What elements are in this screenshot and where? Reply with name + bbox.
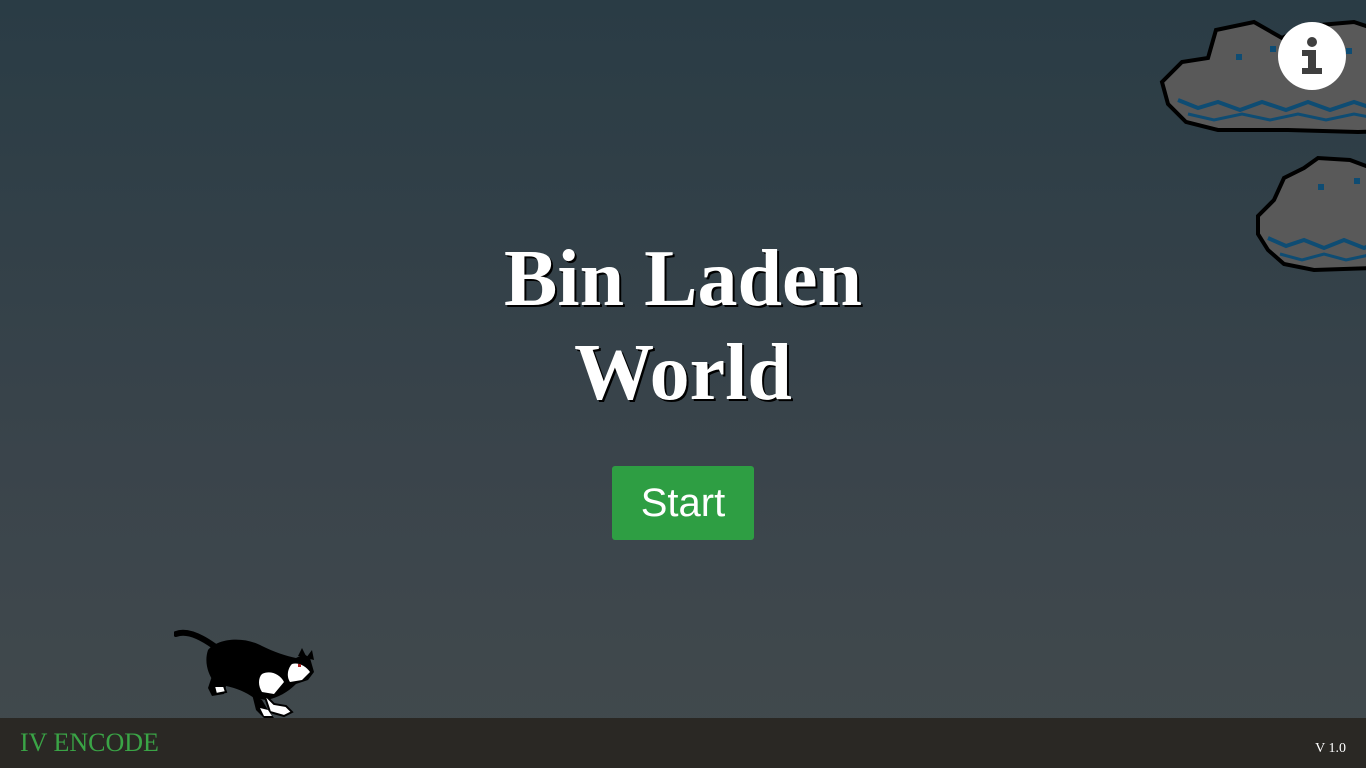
game-scene: Bin Laden World Start — [0, 0, 1366, 718]
start-button[interactable]: Start — [612, 466, 754, 540]
title-line-2: World — [574, 329, 792, 417]
footer-bar: IV ENCODE V 1.0 — [0, 718, 1366, 768]
cat-sprite — [173, 628, 319, 718]
brand-label[interactable]: IV ENCODE — [20, 728, 159, 758]
game-title: Bin Laden World — [383, 232, 983, 420]
info-button[interactable] — [1278, 22, 1346, 90]
title-line-1: Bin Laden — [504, 235, 862, 323]
version-label: V 1.0 — [1315, 741, 1346, 756]
cloud-sprite — [1254, 154, 1366, 279]
info-icon — [1302, 37, 1322, 74]
